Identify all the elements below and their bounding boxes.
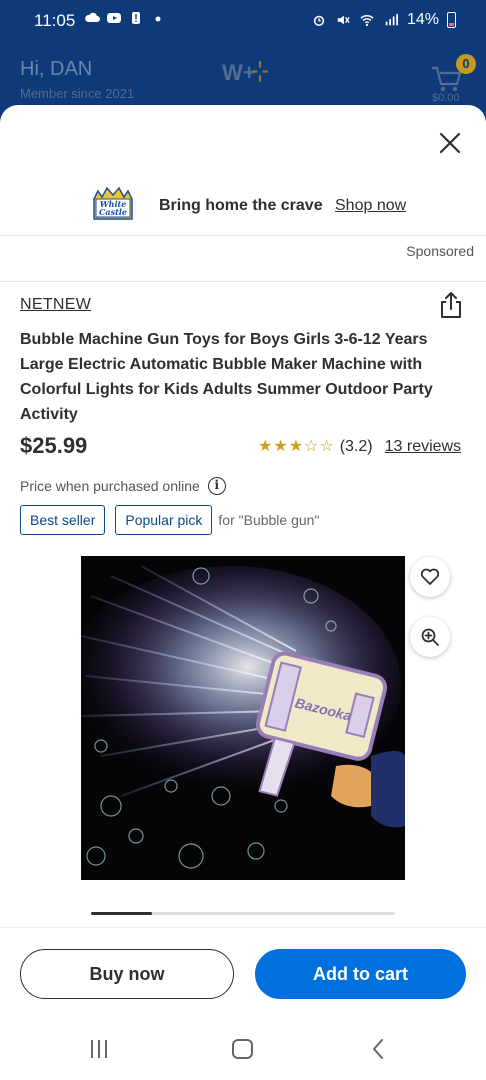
- purchase-bar: Buy now Add to cart: [0, 927, 486, 1027]
- cart-count-badge: 0: [456, 54, 476, 74]
- reviews-link[interactable]: 13 reviews: [385, 438, 461, 456]
- star-empty-icon: ☆: [319, 438, 334, 455]
- mute-icon: [337, 15, 350, 25]
- popular-pick-badge: Popular pick: [115, 505, 213, 535]
- status-right-icons: 14%: [311, 11, 456, 29]
- star-filled-icon: ★: [288, 438, 304, 455]
- walmart-plus-logo: W+: [222, 56, 269, 94]
- svg-text:W+: W+: [222, 60, 256, 85]
- cart-total: $0.00: [432, 92, 460, 104]
- buy-now-button[interactable]: Buy now: [20, 949, 234, 999]
- info-icon[interactable]: i: [207, 477, 226, 495]
- ad-text: Bring home the crave: [159, 197, 323, 214]
- zoom-button[interactable]: [410, 617, 450, 657]
- add-to-cart-button[interactable]: Add to cart: [255, 949, 466, 999]
- cloud-icon: [85, 12, 100, 22]
- wifi-icon: [360, 15, 374, 26]
- image-pager-indicator: [91, 912, 152, 915]
- home-button[interactable]: [228, 1036, 258, 1062]
- divider: [0, 281, 486, 282]
- image-pager: [91, 912, 395, 915]
- battery-percent: 14%: [406, 11, 439, 28]
- badge-note: for "Bubble gun": [218, 512, 320, 528]
- app-header: Hi, DAN Member since 2021 W+ 0 $0.00: [0, 42, 486, 112]
- shop-now-link[interactable]: Shop now: [335, 197, 406, 215]
- back-icon: [373, 1039, 383, 1059]
- cart-button[interactable]: 0 $0.00: [430, 54, 476, 104]
- product-image[interactable]: Bazooka: [81, 556, 405, 880]
- star-empty-icon: ☆: [304, 438, 319, 455]
- rating-stars: ★ ★ ★ ☆ ☆: [258, 439, 334, 455]
- price-note-text: Price when purchased online: [20, 478, 200, 494]
- close-icon: [439, 132, 461, 154]
- member-since: Member since 2021: [20, 86, 135, 101]
- battery-icon: [447, 12, 456, 28]
- product-price: $25.99: [20, 433, 88, 458]
- product-sheet: White Castle Bring home the crave Shop n…: [0, 105, 486, 1080]
- share-button[interactable]: [440, 291, 462, 319]
- back-button[interactable]: [365, 1036, 395, 1062]
- white-castle-logo: White Castle: [93, 186, 133, 220]
- alarm-icon: [313, 15, 325, 27]
- signal-icon: [385, 13, 398, 26]
- status-time: 11:05: [34, 11, 76, 30]
- dot-icon: [155, 16, 161, 22]
- status-left-icons: [84, 11, 166, 25]
- status-bar: 11:05 14%: [0, 0, 486, 42]
- system-nav-bar: [0, 1018, 486, 1080]
- greeting: Hi, DAN: [20, 58, 93, 80]
- home-icon: [232, 1039, 253, 1059]
- bubble-gun-photo: Bazooka: [81, 556, 405, 880]
- brand-link[interactable]: NETNEW: [20, 296, 91, 314]
- price-note: Price when purchased online i: [20, 477, 226, 495]
- star-filled-icon: ★: [258, 438, 273, 455]
- youtube-icon: [107, 13, 121, 23]
- svg-text:Castle: Castle: [99, 207, 127, 217]
- close-button[interactable]: [434, 127, 466, 159]
- share-icon: [441, 292, 461, 318]
- recent-apps-icon: [91, 1040, 107, 1058]
- heart-icon: [420, 568, 440, 585]
- product-title: Bubble Machine Gun Toys for Boys Girls 3…: [20, 331, 433, 423]
- zoom-in-icon: [421, 628, 439, 646]
- alert-icon: [132, 12, 140, 24]
- star-filled-icon: ★: [273, 438, 288, 455]
- recent-apps-button[interactable]: [84, 1036, 114, 1062]
- favorite-button[interactable]: [410, 557, 450, 597]
- rating[interactable]: ★ ★ ★ ☆ ☆ (3.2) 13 reviews: [258, 438, 461, 456]
- best-seller-badge: Best seller: [20, 505, 106, 535]
- badges: Best seller Popular pick for "Bubble gun…: [20, 505, 319, 535]
- sponsored-label: Sponsored: [406, 243, 474, 259]
- sponsored-ad-banner[interactable]: White Castle Bring home the crave Shop n…: [0, 181, 486, 236]
- rating-value: (3.2): [339, 438, 373, 455]
